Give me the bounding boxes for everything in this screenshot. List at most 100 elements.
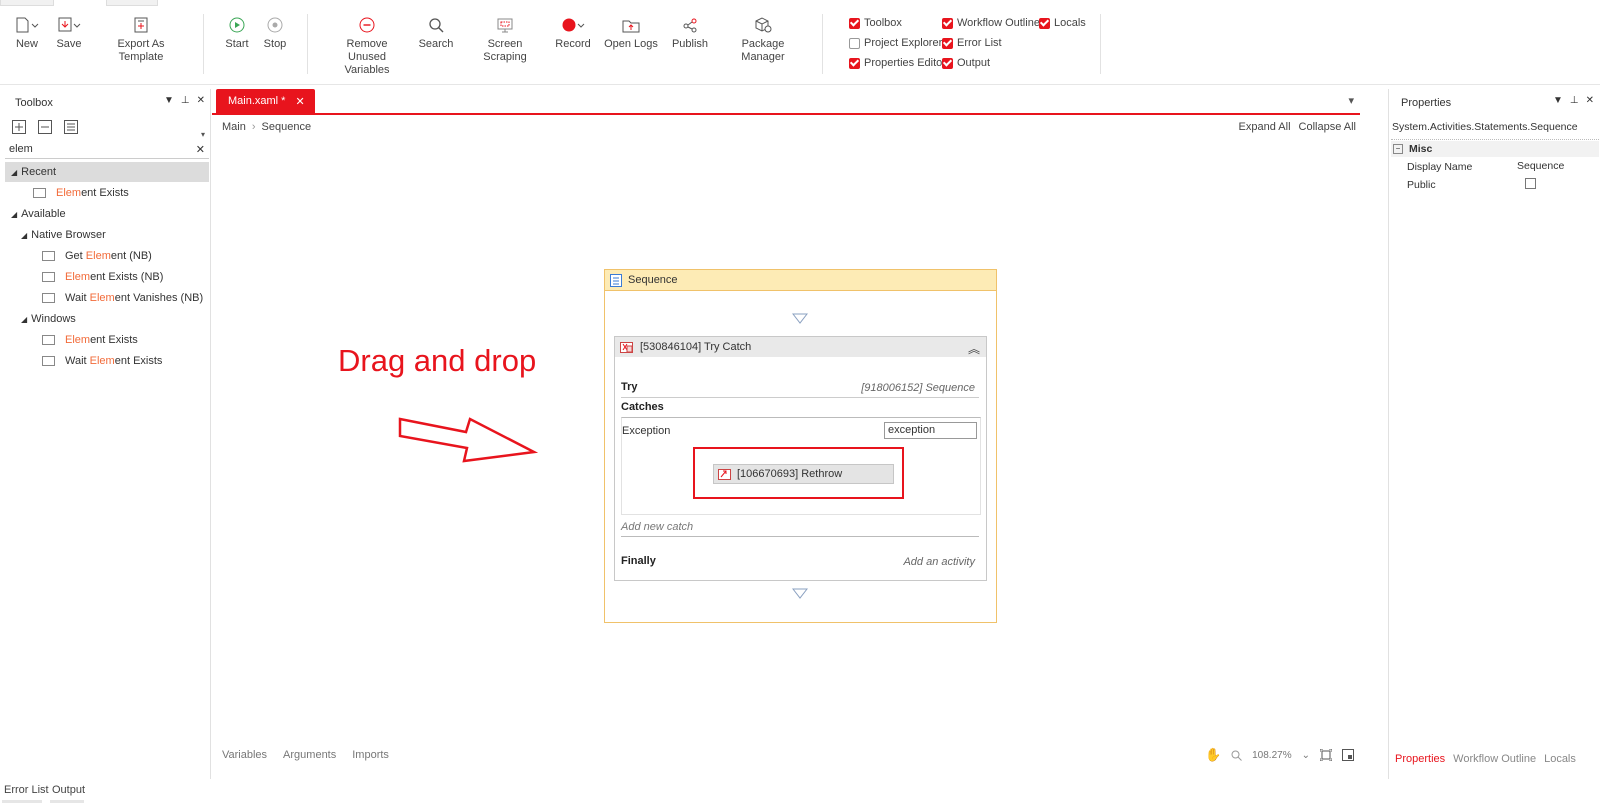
sequence-title: Sequence [628, 274, 678, 286]
open-logs-button[interactable]: Open Logs [604, 12, 658, 51]
windows-category[interactable]: ◢ Windows [21, 313, 76, 325]
locals-checkbox[interactable]: Locals [1039, 17, 1086, 29]
collapse-all-icon[interactable] [38, 120, 52, 134]
finally-section[interactable]: Finally Add an activity [621, 555, 979, 573]
zoom-dropdown-icon[interactable]: ⌄ [1302, 750, 1310, 761]
breadcrumb: Main › Sequence [222, 121, 311, 133]
catches-label: Catches [621, 401, 664, 413]
toolbox-item-wait-element-exists[interactable]: Wait Element Exists [42, 355, 162, 367]
fit-to-screen-icon[interactable] [1320, 749, 1332, 761]
toolbox-item-recent-element-exists[interactable]: Element Exists [33, 187, 129, 199]
properties-type-name: System.Activities.Statements.Sequence [1392, 121, 1578, 133]
toolbox-checkbox[interactable]: Toolbox [849, 17, 902, 29]
close-icon[interactable]: ✕ [1586, 95, 1594, 106]
top-tab-design[interactable] [106, 0, 158, 6]
output-checkbox[interactable]: Output [942, 57, 990, 69]
list-view-icon[interactable] [64, 120, 78, 134]
rethrow-activity[interactable]: [106670693] Rethrow [713, 464, 894, 484]
package-icon [755, 17, 772, 33]
screen-scraping-icon [497, 18, 513, 33]
display-name-input[interactable]: Sequence [1517, 159, 1597, 174]
available-category[interactable]: ◢ Available [11, 208, 66, 220]
try-catch-header[interactable]: [530846104] Try Catch ︽ [615, 337, 986, 357]
public-checkbox[interactable] [1525, 178, 1536, 189]
breadcrumb-sequence[interactable]: Sequence [262, 121, 312, 133]
add-activity-placeholder[interactable]: Add an activity [903, 556, 975, 568]
toolbox-item-wait-element-vanishes-nb[interactable]: Wait Element Vanishes (NB) [42, 292, 203, 304]
native-browser-category[interactable]: ◢ Native Browser [21, 229, 106, 241]
try-catch-title: [530846104] Try Catch [640, 341, 752, 353]
try-sequence-value[interactable]: [918006152] Sequence [861, 382, 975, 394]
top-tab-home[interactable] [0, 0, 54, 6]
workflow-outline-checkbox[interactable]: Workflow Outline [942, 17, 1040, 29]
tab-locals[interactable]: Locals [1544, 753, 1576, 765]
try-section[interactable]: Try [918006152] Sequence [621, 379, 979, 398]
error-list-checkbox[interactable]: Error List [942, 37, 1002, 49]
new-button[interactable]: New [12, 12, 42, 51]
drop-target-arrow-icon[interactable] [792, 313, 808, 324]
start-button[interactable]: Start [224, 12, 250, 51]
pin-icon[interactable]: ⊥ [181, 95, 190, 106]
toolbox-item-element-exists[interactable]: Element Exists [42, 334, 138, 346]
variables-tab[interactable]: Variables [222, 749, 267, 761]
expand-all-icon[interactable] [12, 120, 26, 134]
zoom-level[interactable]: 108.27% [1252, 750, 1291, 761]
arguments-tab[interactable]: Arguments [283, 749, 336, 761]
pin-icon[interactable]: ⊥ [1570, 95, 1579, 106]
record-button[interactable]: Record [554, 12, 592, 51]
tab-workflow-outline[interactable]: Workflow Outline [1453, 753, 1536, 765]
expand-all-link[interactable]: Expand All [1239, 121, 1291, 133]
add-new-catch[interactable]: Add new catch [621, 519, 979, 537]
ribbon: New Save Export As Template Start Stop R… [0, 0, 1600, 85]
tab-properties[interactable]: Properties [1395, 753, 1445, 765]
collapse-triangle-icon: ◢ [21, 315, 28, 324]
save-button[interactable]: Save [54, 12, 84, 51]
error-list-tab[interactable]: Error List [4, 784, 49, 796]
screen-scraping-button[interactable]: Screen Scraping [466, 12, 544, 64]
project-explorer-checkbox[interactable]: Project Explorer [849, 37, 942, 49]
close-tab-icon[interactable]: ✕ [295, 95, 304, 108]
close-icon[interactable]: ✕ [197, 95, 205, 106]
tab-list-icon[interactable]: ▾ [1348, 94, 1354, 107]
checkbox-checked-icon [849, 17, 860, 29]
toolbox-search-input[interactable]: elem ✕ [5, 140, 209, 159]
try-catch-activity[interactable]: [530846104] Try Catch ︽ Try [918006152] … [614, 336, 987, 581]
recent-category[interactable]: ◢ Recent [11, 166, 56, 178]
exception-type-input[interactable]: exception [884, 422, 977, 439]
overview-icon[interactable] [1342, 749, 1354, 761]
pan-hand-icon[interactable]: ✋ [1205, 747, 1221, 763]
collapse-chevron-icon[interactable]: ︽ [968, 340, 980, 357]
activity-icon [42, 272, 55, 283]
sequence-activity[interactable]: Sequence [530846104] Try Catch ︽ Try [91… [604, 269, 997, 623]
drop-target-arrow-icon[interactable] [792, 588, 808, 599]
sequence-header[interactable]: Sequence [605, 270, 996, 291]
checkbox-checked-icon [942, 57, 953, 69]
misc-category[interactable]: − Misc [1391, 141, 1599, 157]
output-tab[interactable]: Output [52, 784, 85, 796]
breadcrumb-main[interactable]: Main [222, 121, 246, 133]
stop-icon [267, 17, 283, 33]
collapse-box-icon[interactable]: − [1393, 144, 1403, 154]
stop-button[interactable]: Stop [262, 12, 288, 51]
dropdown-icon[interactable]: ▼ [1553, 95, 1563, 106]
collapse-all-link[interactable]: Collapse All [1299, 121, 1356, 133]
toolbox-item-element-exists-nb[interactable]: Element Exists (NB) [42, 271, 163, 283]
properties-editor-checkbox[interactable]: Properties Editor [849, 57, 946, 69]
toolbox-panel: Toolbox ▼ ⊥ ✕ ▾ elem ✕ ◢ Recent Element E… [0, 89, 211, 779]
toolbox-item-get-element-nb[interactable]: Get Element (NB) [42, 250, 152, 262]
imports-tab[interactable]: Imports [352, 749, 389, 761]
tab-main-xaml[interactable]: Main.xaml * ✕ [216, 89, 315, 113]
export-template-button[interactable]: Export As Template [96, 12, 186, 64]
ribbon-separator [822, 14, 823, 74]
publish-button[interactable]: Publish [670, 12, 710, 51]
try-catch-icon [620, 342, 633, 353]
scroll-down-icon[interactable]: ▾ [201, 130, 205, 139]
package-manager-button[interactable]: Package Manager [720, 12, 806, 64]
catch-exception-block[interactable]: Exception exception [106670693] Rethrow [621, 417, 981, 515]
remove-unused-variables-button[interactable]: Remove Unused Variables [328, 12, 406, 77]
search-icon [429, 18, 444, 33]
search-button[interactable]: Search [418, 12, 454, 51]
dropdown-icon[interactable]: ▼ [164, 95, 174, 106]
zoom-icon[interactable] [1231, 750, 1242, 761]
clear-search-icon[interactable]: ✕ [196, 143, 209, 156]
